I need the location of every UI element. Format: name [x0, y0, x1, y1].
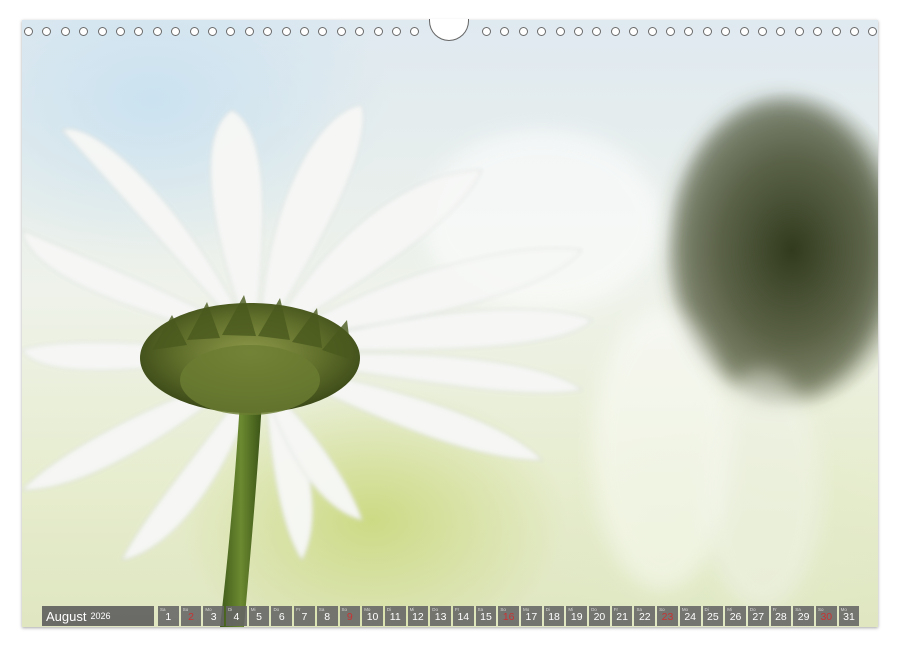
day-number: 4 — [233, 611, 240, 623]
day-cell: Sa 15 — [475, 606, 497, 626]
day-number: 16 — [502, 611, 515, 623]
day-cell: Di 4 — [226, 606, 247, 626]
day-number: 7 — [301, 611, 308, 623]
day-cell: Mo 31 — [838, 606, 860, 626]
day-cell: So 30 — [815, 606, 837, 626]
day-number: 31 — [843, 611, 855, 623]
month-label: August 2026 — [42, 606, 154, 626]
day-cell: Fr 21 — [611, 606, 633, 626]
day-number: 24 — [684, 611, 696, 623]
day-number: 13 — [434, 611, 447, 623]
day-number: 12 — [412, 611, 424, 623]
day-number: 15 — [480, 611, 492, 623]
day-number: 19 — [570, 611, 583, 623]
day-number: 29 — [797, 611, 810, 623]
calendar-strip: August 2026 Sa 1 So 2 Mo 3 Di 4 Mi 5 Do 6 Fr 7 Sa 8 So 9 M… — [42, 606, 860, 626]
day-number: 27 — [752, 611, 765, 623]
day-number: 30 — [820, 611, 833, 623]
day-cell: Di 25 — [702, 606, 724, 626]
day-cell: Mo 17 — [521, 606, 542, 626]
day-number: 21 — [616, 611, 628, 623]
day-cell: So 9 — [339, 606, 361, 626]
day-number: 20 — [593, 611, 606, 623]
day-number: 3 — [210, 611, 217, 623]
day-cell: Fr 14 — [452, 606, 474, 626]
day-number: 8 — [324, 611, 331, 623]
day-cell: Do 20 — [589, 606, 610, 626]
day-cell: Di 18 — [543, 606, 565, 626]
day-cells: Sa 1 So 2 Mo 3 Di 4 Mi 5 Do 6 Fr 7 Sa 8 So 9 Mo 10 Di 11 Mi 12 D… — [158, 606, 860, 626]
calendar-page: August 2026 Sa 1 So 2 Mo 3 Di 4 Mi 5 Do 6 Fr 7 Sa 8 So 9 M… — [22, 20, 878, 627]
day-cell: Mo 10 — [362, 606, 383, 626]
daisy-illustration — [22, 100, 878, 627]
day-cell: Do 27 — [747, 606, 769, 626]
day-cell: Mi 26 — [725, 606, 746, 626]
day-cell: Sa 22 — [634, 606, 656, 626]
day-cell: Do 13 — [430, 606, 451, 626]
daisy-photo — [22, 20, 878, 627]
day-cell: Sa 29 — [793, 606, 814, 626]
day-number: 28 — [775, 611, 787, 623]
day-number: 11 — [389, 611, 401, 623]
day-number: 18 — [548, 611, 560, 623]
day-cell: Mi 19 — [566, 606, 588, 626]
day-number: 1 — [165, 611, 172, 623]
day-number: 5 — [256, 611, 263, 623]
day-cell: Mi 5 — [248, 606, 270, 626]
month-name: August — [46, 608, 87, 624]
day-cell: Fr 28 — [770, 606, 792, 626]
day-cell: Sa 1 — [158, 606, 179, 626]
day-number: 26 — [729, 611, 742, 623]
day-number: 25 — [707, 611, 719, 623]
day-number: 22 — [638, 611, 651, 623]
day-number: 2 — [188, 611, 194, 623]
day-cell: Do 6 — [271, 606, 293, 626]
day-cell: So 2 — [180, 606, 202, 626]
day-cell: Mo 3 — [203, 606, 225, 626]
day-number: 10 — [366, 611, 379, 623]
day-cell: So 16 — [498, 606, 519, 626]
day-number: 6 — [278, 611, 285, 623]
day-number: 23 — [661, 611, 674, 623]
day-number: 17 — [525, 611, 538, 623]
day-cell: Sa 8 — [316, 606, 338, 626]
day-cell: Di 11 — [384, 606, 406, 626]
day-cell: So 23 — [657, 606, 678, 626]
day-number: 14 — [457, 611, 470, 623]
day-cell: Fr 7 — [294, 606, 315, 626]
day-number: 9 — [346, 611, 353, 623]
day-cell: Mi 12 — [407, 606, 429, 626]
day-cell: Mo 24 — [679, 606, 701, 626]
year-label: 2026 — [90, 611, 111, 621]
